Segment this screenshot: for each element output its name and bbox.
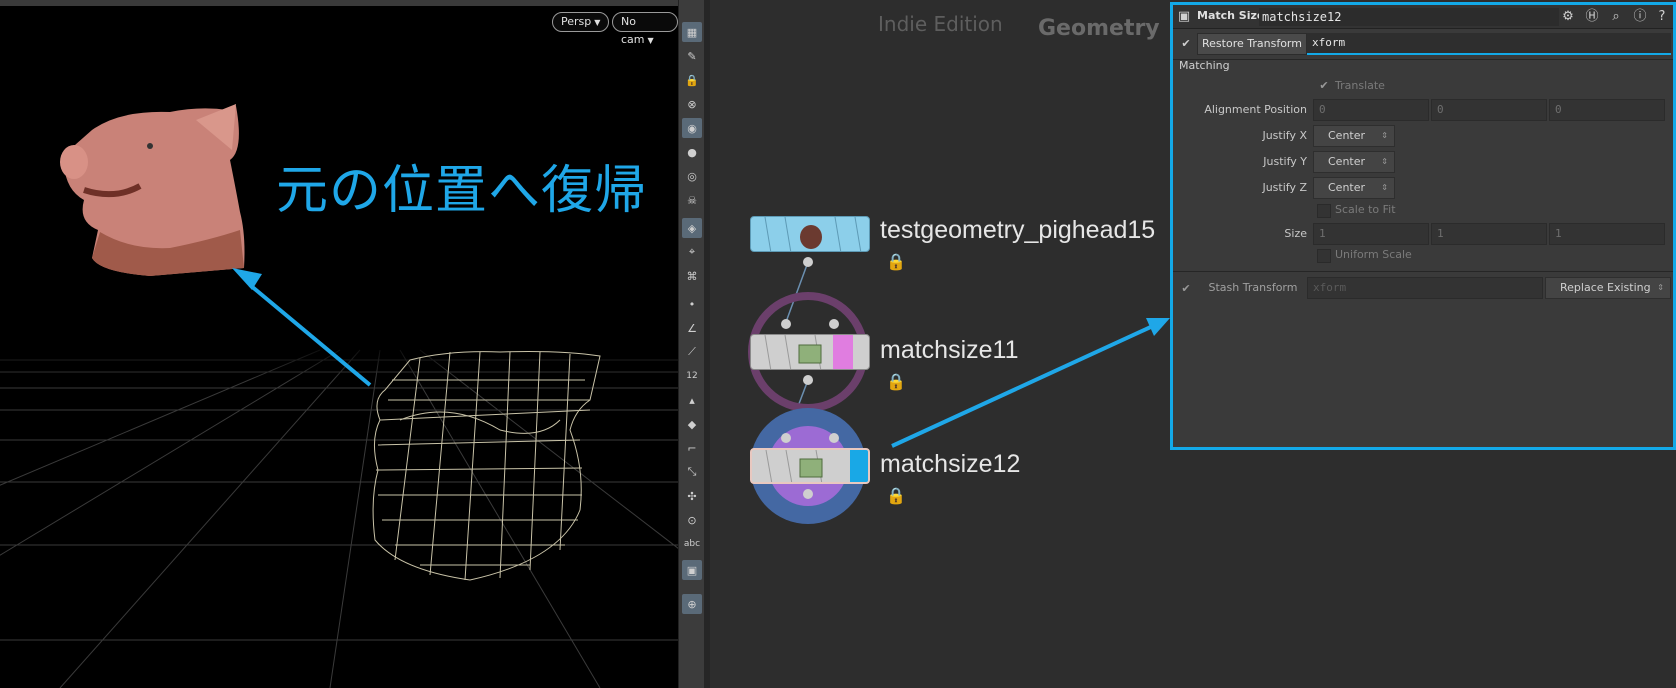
skull-icon[interactable]: ☠	[682, 190, 702, 210]
view-icon[interactable]: ◉	[682, 118, 702, 138]
camera-icon[interactable]: ◈	[682, 218, 702, 238]
size-z[interactable]: 1	[1549, 223, 1665, 245]
alignment-position-x[interactable]: 0	[1313, 99, 1429, 121]
node-type-label: Match Size	[1197, 9, 1265, 22]
updown-icon: ⇕	[1381, 131, 1388, 140]
translate-label: Translate	[1335, 79, 1385, 92]
paint-icon[interactable]: ▴	[682, 390, 702, 410]
uniform-scale-label: Uniform Scale	[1335, 248, 1412, 261]
stash-transform-label[interactable]: Stash Transform	[1203, 281, 1303, 294]
updown-icon: ⇕	[1381, 183, 1388, 192]
justify-z-label: Justify Z	[1262, 181, 1307, 194]
justify-y-label: Justify Y	[1263, 155, 1307, 168]
node-name-field[interactable]: matchsize12	[1259, 8, 1559, 26]
justify-z-menu[interactable]: Center ⇕	[1313, 177, 1395, 199]
camera-select-menu[interactable]: No cam ▼	[612, 12, 678, 46]
node-matchsize11-name: matchsize11	[880, 336, 1019, 364]
light-icon[interactable]: ●	[682, 142, 702, 162]
chevron-down-icon: ▼	[594, 18, 601, 27]
chevron-down-icon: ▼	[647, 36, 654, 45]
node-pighead-name: testgeometry_pighead15	[880, 216, 1156, 244]
geometry-icon[interactable]: ⌖	[682, 242, 702, 262]
point-icon[interactable]: •	[682, 294, 702, 314]
info-icon[interactable]: ⓘ	[1631, 8, 1649, 26]
size-y[interactable]: 1	[1431, 223, 1547, 245]
justify-x-label: Justify X	[1262, 129, 1307, 142]
scale-icon[interactable]: ⤡	[682, 462, 702, 482]
alignment-position-y[interactable]: 0	[1431, 99, 1547, 121]
pig-head-wireframe	[372, 351, 601, 581]
size-label: Size	[1284, 227, 1307, 240]
vertex-number-icon[interactable]: ◆	[682, 414, 702, 434]
justify-y-value: Center	[1328, 155, 1366, 168]
help-h-icon[interactable]: Ⓗ	[1583, 8, 1601, 26]
select-icon[interactable]: ✎	[682, 46, 702, 66]
pig-head-model	[60, 104, 245, 276]
alignment-position-label: Alignment Position	[1204, 103, 1307, 116]
light2-icon[interactable]: ◎	[682, 166, 702, 186]
stash-transform-check[interactable]: ✔	[1179, 283, 1193, 297]
camera-persp-menu[interactable]: Persp ▼	[552, 12, 610, 32]
restore-transform-check[interactable]: ✔	[1179, 38, 1193, 52]
alignment-position-z[interactable]: 0	[1549, 99, 1665, 121]
node-matchsize11-body[interactable]	[750, 334, 870, 370]
camera-persp-label: Persp	[561, 15, 592, 28]
text-label: abc	[683, 539, 701, 549]
viewport-toolbar: ▦ ✎ 🔒 ⊗ ◉ ● ◎ ☠ ◈ ⌖ ⌘ • ∠ ⟋ 12 ▴ ◆ ⌐ ⤡ ✣…	[678, 0, 704, 688]
restore-transform-button[interactable]: Restore Transform	[1197, 33, 1307, 55]
display-options-icon[interactable]: ▦	[682, 22, 702, 42]
pig-head-icon	[764, 217, 862, 251]
scale-to-fit-check[interactable]	[1317, 204, 1331, 218]
translate-check[interactable]: ✔	[1317, 80, 1331, 94]
size-x[interactable]: 1	[1313, 223, 1429, 245]
gear-icon[interactable]: ⚙	[1559, 8, 1577, 26]
lock-icon[interactable]: 🔒	[886, 486, 906, 505]
uniform-scale-check[interactable]	[1317, 249, 1331, 263]
primitive-icon[interactable]: ⟋	[682, 342, 702, 362]
stash-transform-field[interactable]: xform	[1307, 277, 1543, 299]
number-label: 12	[686, 371, 698, 381]
scale-to-fit-label: Scale to Fit	[1335, 203, 1396, 216]
viewport-grid	[0, 104, 678, 688]
number-icon[interactable]: 12	[682, 366, 702, 386]
annotation-text: 元の位置へ復帰	[276, 161, 648, 221]
matching-section-label: Matching	[1179, 59, 1230, 72]
edge-icon[interactable]: ∠	[682, 318, 702, 338]
scene-viewport[interactable]: Persp ▼ No cam ▼ 元の位置へ復帰	[0, 0, 678, 688]
pin-icon[interactable]: ⊕	[682, 594, 702, 614]
justify-z-value: Center	[1328, 181, 1366, 194]
question-icon[interactable]: ?	[1653, 8, 1671, 26]
camera-select-label: No cam	[621, 15, 645, 46]
search-icon[interactable]: ⌕	[1607, 8, 1625, 26]
justify-x-value: Center	[1328, 129, 1366, 142]
lock-icon[interactable]: 🔒	[886, 372, 906, 391]
corner-icon[interactable]: ⌐	[682, 438, 702, 458]
render-icon[interactable]: ⌘	[682, 266, 702, 286]
justify-x-menu[interactable]: Center ⇕	[1313, 125, 1395, 147]
handle-icon[interactable]: ✣	[682, 486, 702, 506]
restore-transform-field[interactable]: xform	[1307, 33, 1671, 55]
justify-y-menu[interactable]: Center ⇕	[1313, 151, 1395, 173]
parameter-panel: ▣ Match Size matchsize12 ⚙ Ⓗ ⌕ ⓘ ? ✔ Res…	[1170, 2, 1676, 450]
lock-icon[interactable]: 🔒	[886, 252, 906, 271]
node-matchsize12-body[interactable]	[750, 448, 870, 484]
replace-existing-value: Replace Existing	[1560, 281, 1651, 294]
image-icon[interactable]: ▣	[682, 560, 702, 580]
lock-icon[interactable]: 🔒	[682, 70, 702, 90]
stop-icon[interactable]: ⊙	[682, 510, 702, 530]
matchsize-icon	[764, 335, 853, 369]
matchsize-node-icon: ▣	[1177, 9, 1191, 24]
updown-icon: ⇕	[1657, 283, 1664, 292]
matchsize-icon	[765, 450, 868, 482]
node-matchsize12-name: matchsize12	[880, 450, 1021, 478]
parameter-header: ▣ Match Size matchsize12 ⚙ Ⓗ ⌕ ⓘ ?	[1173, 5, 1673, 29]
ghost-icon[interactable]: ⊗	[682, 94, 702, 114]
text-icon[interactable]: abc	[682, 534, 702, 554]
updown-icon: ⇕	[1381, 157, 1388, 166]
node-pighead-body[interactable]	[750, 216, 870, 252]
replace-existing-menu[interactable]: Replace Existing ⇕	[1545, 277, 1671, 299]
